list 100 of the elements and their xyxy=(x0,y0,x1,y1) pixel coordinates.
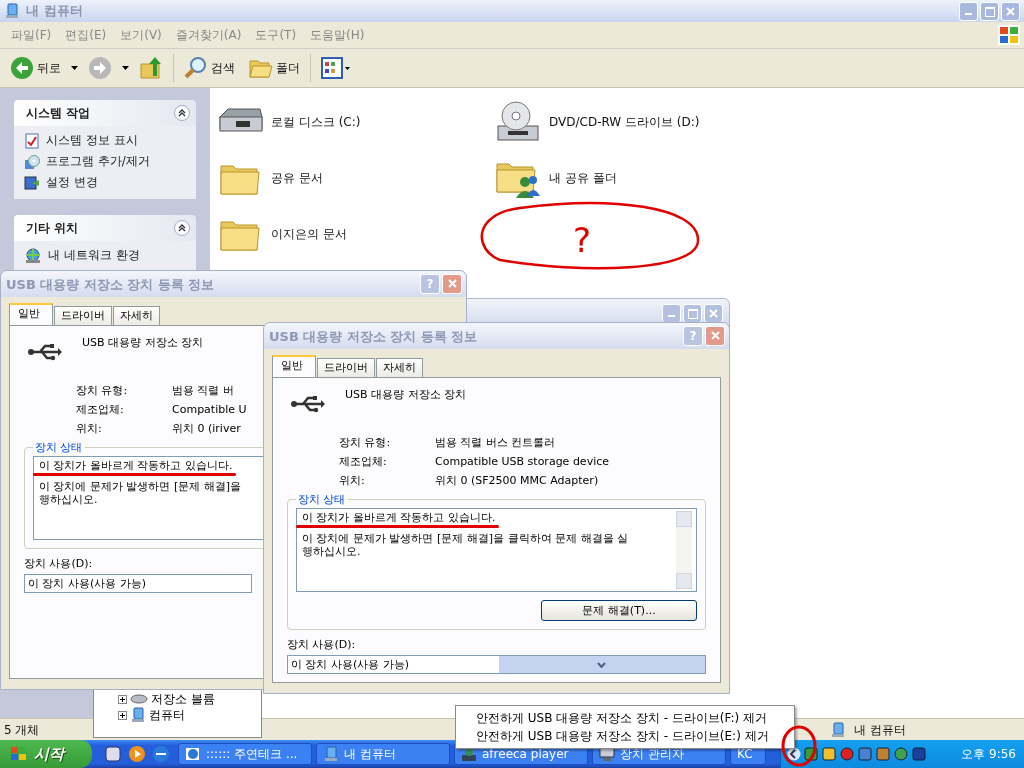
annotation-mark: ? xyxy=(573,220,592,260)
views-icon[interactable] xyxy=(321,57,351,79)
dropdown-caret-icon[interactable] xyxy=(71,66,78,70)
maximize-button[interactable] xyxy=(980,1,999,21)
property-value: 범용 직렬 버스 컨트롤러 xyxy=(435,436,556,449)
taskbar-button[interactable]: :::::: 주연테크 ... xyxy=(178,743,312,765)
expand-toggle[interactable] xyxy=(118,694,127,704)
tray-icon[interactable] xyxy=(857,746,873,762)
tab[interactable]: 일반 xyxy=(272,355,316,377)
scrollbar[interactable] xyxy=(676,511,692,589)
troubleshoot-button[interactable]: 문제 해결(T)... xyxy=(541,600,697,621)
drive-icon xyxy=(130,693,148,705)
sidebar-link[interactable]: 프로그램 추가/제거 xyxy=(46,153,150,170)
tray-icon[interactable] xyxy=(839,746,855,762)
device-name: USB 대용량 저장소 장치 xyxy=(345,388,467,401)
property-value: 위치 0 (SF2500 MMC Adapter) xyxy=(435,474,599,487)
status-message: 이 장치가 올바르게 작동하고 있습니다. xyxy=(39,459,233,472)
taskbar-button[interactable]: 내 컴퓨터 xyxy=(316,743,450,765)
property-value: Compatible USB storage device xyxy=(435,455,609,468)
usb-icon xyxy=(28,342,62,362)
toolbar-label[interactable]: 폴더 xyxy=(276,59,300,77)
property-label: 위치: xyxy=(339,474,365,487)
computer-icon xyxy=(323,746,339,762)
panel-title: 시스템 작업 xyxy=(26,104,91,122)
status-message: 이 장치가 올바르게 작동하고 있습니다. xyxy=(302,511,496,524)
folder-up-icon[interactable] xyxy=(139,56,163,80)
collapse-icon[interactable] xyxy=(174,220,190,236)
folders-icon[interactable] xyxy=(249,57,273,79)
status-detail: 이 장치에 문제가 발생하면 [문제 해결]을 클릭하여 문제 해결을 실 행하십시오. xyxy=(302,532,629,558)
drive-label[interactable]: DVD/CD-RW 드라이브 (D:) xyxy=(549,113,700,131)
drive-label[interactable]: 공유 문서 xyxy=(271,169,323,187)
network-icon xyxy=(24,247,42,264)
property-value: Compatible U xyxy=(172,403,247,416)
toolbar-label[interactable]: 검색 xyxy=(211,59,235,77)
tab[interactable]: 자세히 xyxy=(376,358,423,377)
usb-icon xyxy=(291,394,325,414)
expand-toggle[interactable] xyxy=(118,710,127,720)
property-value: 위치 0 (iriver xyxy=(172,422,241,435)
property-value: 범용 직렬 버 xyxy=(172,384,234,397)
search-icon[interactable] xyxy=(184,56,208,80)
property-label: 제조업체: xyxy=(339,455,387,468)
sidebar-link[interactable]: 내 네트워크 환경 xyxy=(48,247,140,264)
close-icon[interactable] xyxy=(447,279,457,288)
flag-logo-icon xyxy=(998,25,1020,45)
tray-icon[interactable] xyxy=(893,746,909,762)
drive-label[interactable]: 로컬 디스크 (C:) xyxy=(271,113,361,131)
device-name: USB 대용량 저장소 장치 xyxy=(82,336,204,349)
group-title: 장치 상태 xyxy=(297,493,347,506)
player-icon xyxy=(461,746,477,762)
browser-icon[interactable] xyxy=(152,745,170,763)
minimize-button[interactable] xyxy=(959,1,978,21)
flag-logo-icon xyxy=(10,746,28,762)
dialog-title: USB 대용량 저장소 장치 등록 정보 xyxy=(269,329,479,343)
close-button[interactable] xyxy=(442,274,462,294)
dvd-drive-icon xyxy=(494,100,542,144)
tree-item[interactable]: 컴퓨터 xyxy=(149,706,185,724)
quick-launch-icon[interactable] xyxy=(104,745,122,763)
usage-dropdown[interactable]: 이 장치 사용(사용 가능) xyxy=(287,655,706,674)
menu-item[interactable]: 안전하게 USB 대용량 저장소 장치 - 드라이브(F:) 제거 xyxy=(456,709,794,727)
panel-header[interactable]: 기타 위치 xyxy=(14,215,196,241)
drive-label[interactable]: 내 공유 폴더 xyxy=(549,169,617,187)
sidebar-link[interactable]: 설정 변경 xyxy=(46,174,98,191)
tray-icon[interactable] xyxy=(875,746,891,762)
computer-icon xyxy=(830,722,846,738)
control-panel-icon xyxy=(24,174,40,191)
tab[interactable]: 자세히 xyxy=(113,306,160,325)
computer-icon xyxy=(130,707,146,723)
sidebar-link[interactable]: 시스템 정보 표시 xyxy=(46,132,138,149)
status-text: 5 개체 xyxy=(3,721,41,739)
panel-title: 기타 위치 xyxy=(26,219,79,237)
panel-header[interactable]: 시스템 작업 xyxy=(14,100,196,126)
tab[interactable]: 드라이버 xyxy=(317,358,375,377)
document-check-icon xyxy=(24,132,40,149)
close-icon[interactable] xyxy=(1006,6,1015,16)
property-label: 위치: xyxy=(76,422,102,435)
toolbar-label[interactable]: 뒤로 xyxy=(37,59,61,77)
drive-label[interactable]: 이지은의 문서 xyxy=(271,225,347,243)
menu-item[interactable]: 안전하게 USB 대용량 저장소 장치 - 드라이브(E:) 제거 xyxy=(456,727,794,745)
close-icon[interactable] xyxy=(710,331,720,340)
property-label: 장치 유형: xyxy=(76,384,128,397)
status-text: 내 컴퓨터 xyxy=(853,721,907,739)
close-button[interactable] xyxy=(1001,1,1020,21)
tab[interactable]: 일반 xyxy=(9,303,53,325)
window-title: 내 컴퓨터 xyxy=(26,2,84,20)
tab[interactable]: 드라이버 xyxy=(54,306,112,325)
tree-item[interactable]: 저장소 볼륨 xyxy=(151,690,215,708)
usage-dropdown[interactable]: 이 장치 사용(사용 가능) xyxy=(24,574,252,593)
close-icon[interactable] xyxy=(709,309,718,318)
monitor-icon xyxy=(599,746,615,762)
close-button[interactable] xyxy=(705,326,725,346)
tray-icon[interactable] xyxy=(911,746,927,762)
collapse-icon[interactable] xyxy=(174,105,190,121)
annotation-circle xyxy=(781,725,817,767)
dropdown-caret-icon[interactable] xyxy=(122,66,129,70)
computer-icon xyxy=(4,3,20,19)
tray-icon[interactable] xyxy=(821,746,837,762)
dialog-title: USB 대용량 저장소 장치 등록 정보 xyxy=(6,277,216,291)
group-title: 장치 상태 xyxy=(34,441,84,454)
media-player-icon[interactable] xyxy=(128,745,146,763)
field-label: 장치 사용(D): xyxy=(287,638,357,651)
